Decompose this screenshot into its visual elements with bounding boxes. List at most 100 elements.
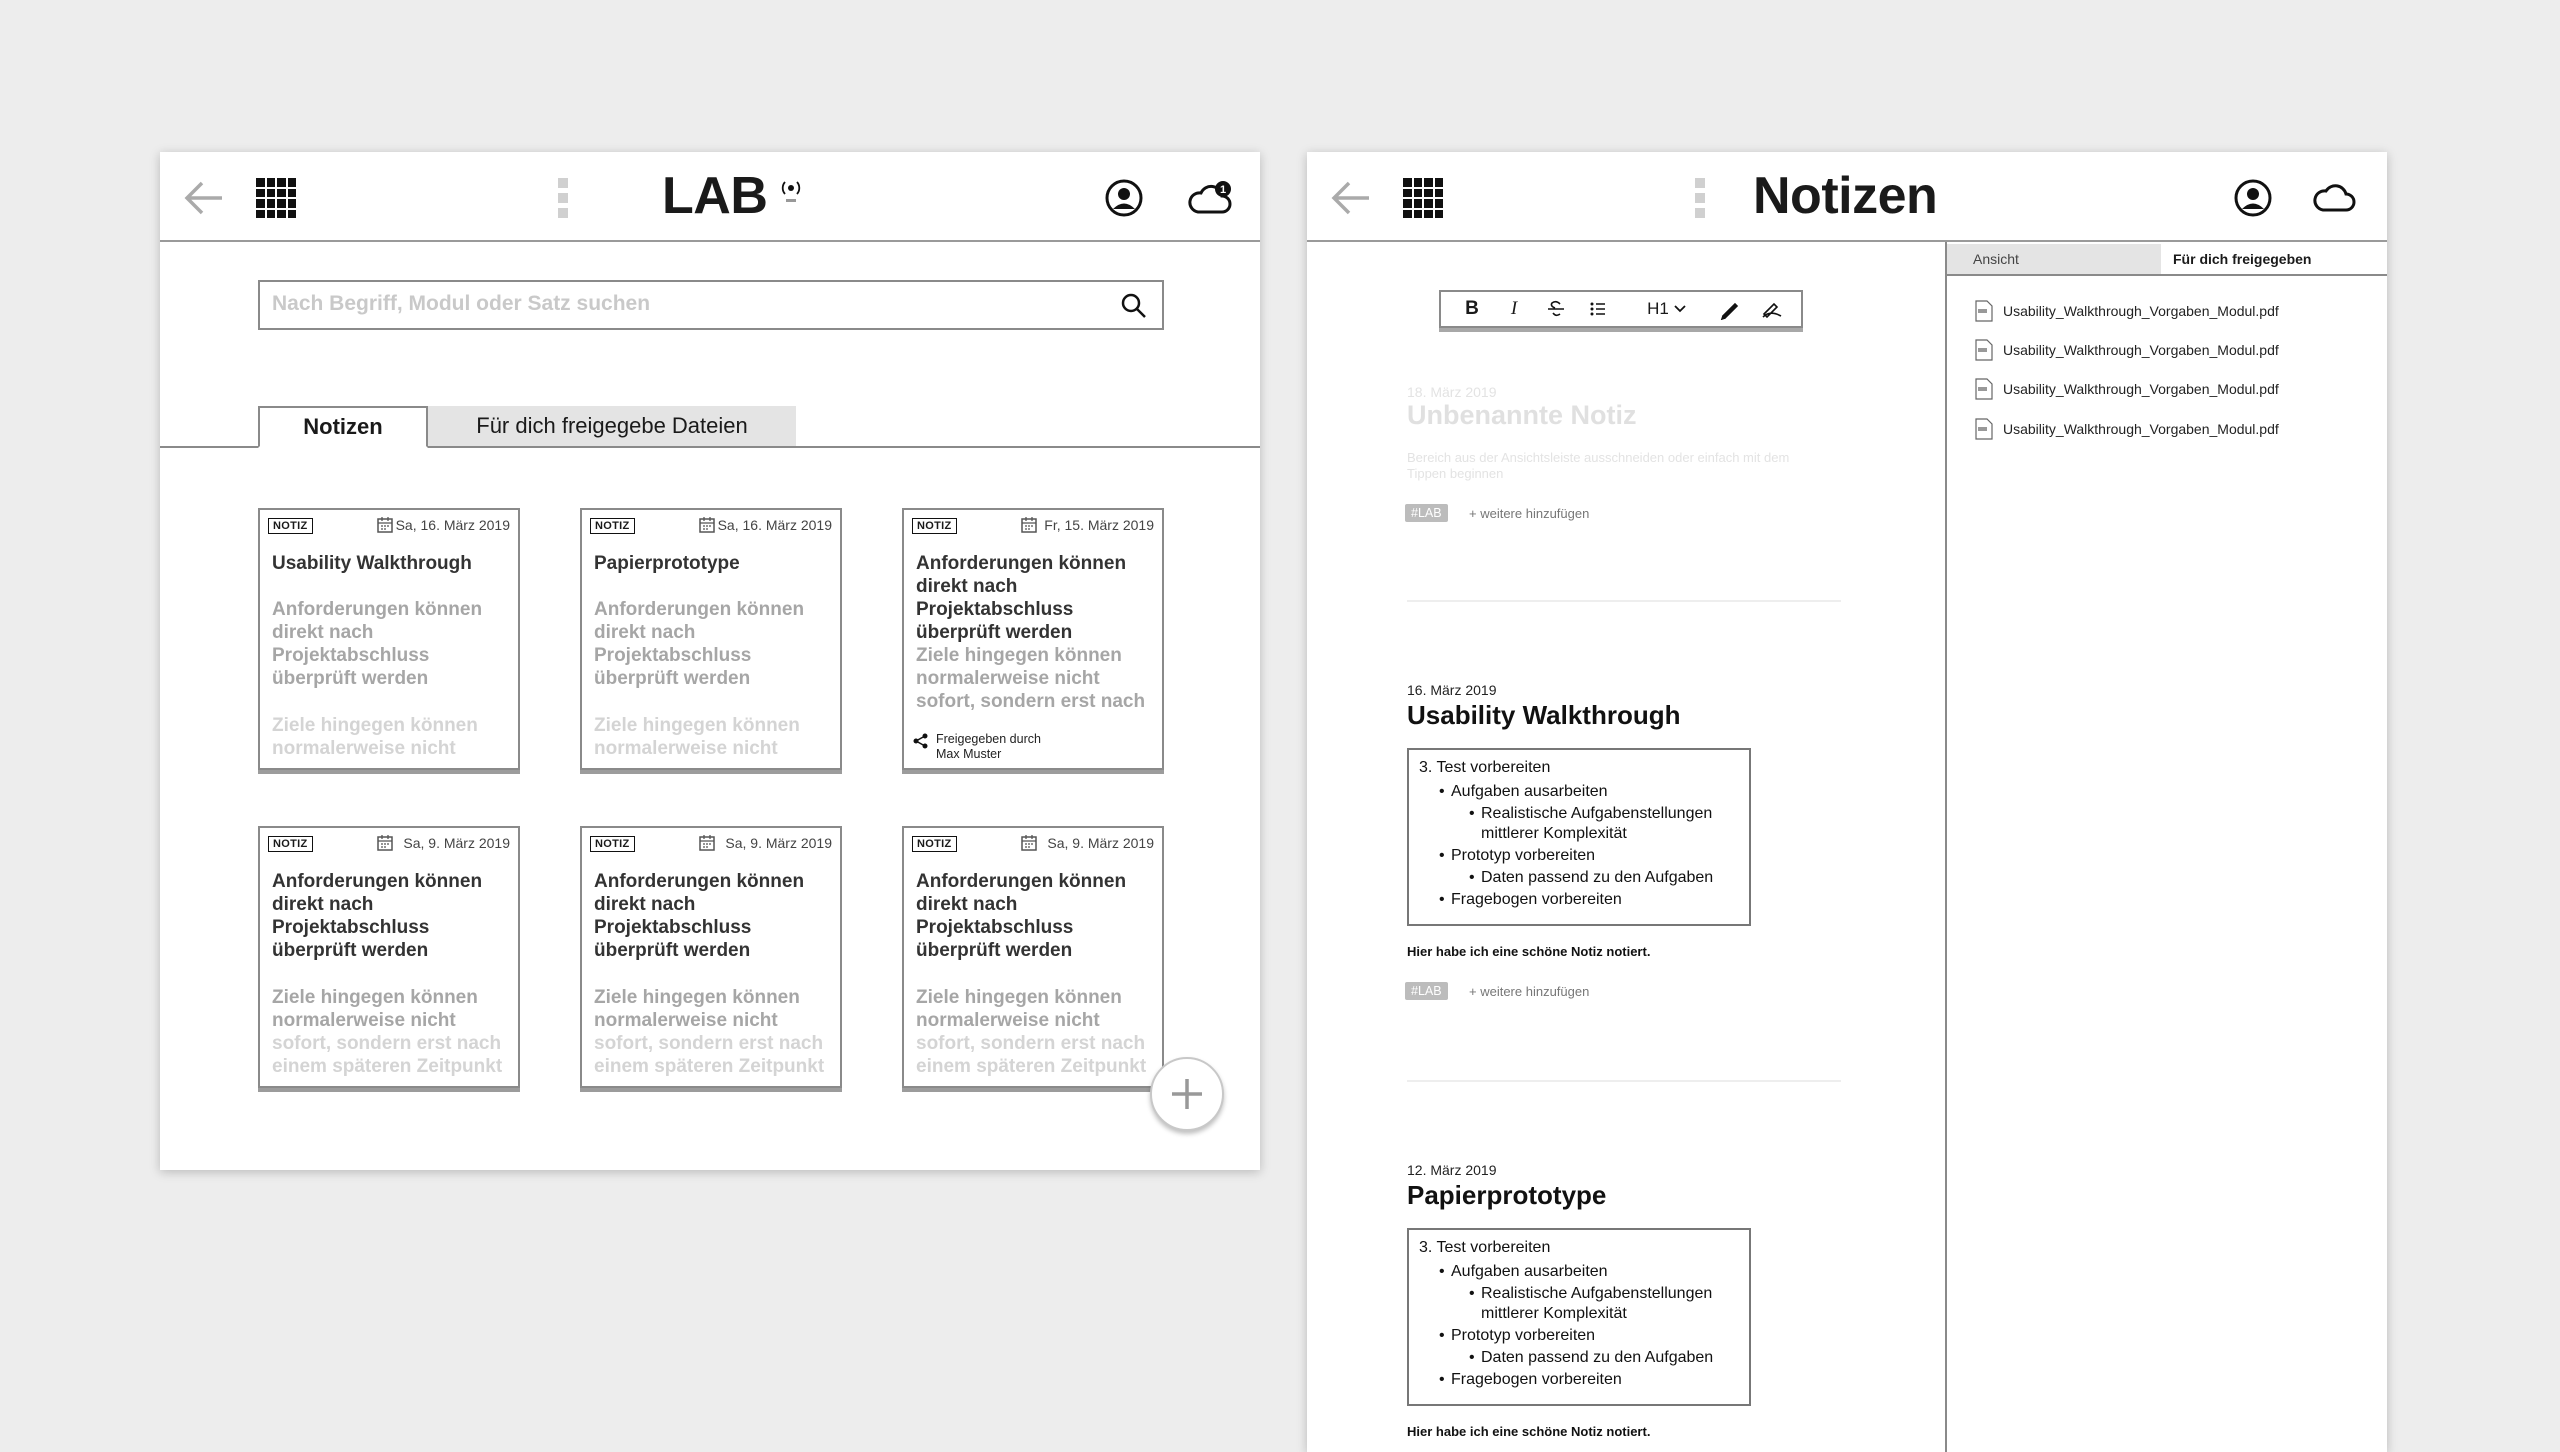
strikethrough-icon <box>1548 300 1564 317</box>
note-badge: NOTIZ <box>268 518 313 534</box>
note-preview-faded: sofort, sondern erst nach einem späteren… <box>272 1033 503 1077</box>
file-item[interactable]: Usability_Walkthrough_Vorgaben_Modul.pdf <box>1975 378 2279 400</box>
calendar-icon <box>377 517 393 533</box>
file-name: Usability_Walkthrough_Vorgaben_Modul.pdf <box>2003 303 2279 319</box>
lab-window: LAB 1 Notizen Für dich freigegebe Dateie… <box>160 152 1260 1170</box>
file-name: Usability_Walkthrough_Vorgaben_Modul.pdf <box>2003 381 2279 397</box>
file-item[interactable]: Usability_Walkthrough_Vorgaben_Modul.pdf <box>1975 300 2279 322</box>
clear-format-button[interactable] <box>1751 294 1793 324</box>
list-item: Aufgaben ausarbeiten <box>1419 780 1739 804</box>
list-item: Fragebogen vorbereiten <box>1419 888 1739 912</box>
clear-format-icon <box>1762 302 1782 319</box>
note-card[interactable]: NOTIZ Fr, 15. März 2019 Anforderungen kö… <box>902 508 1164 770</box>
note-badge: NOTIZ <box>590 836 635 852</box>
note-badge: NOTIZ <box>268 836 313 852</box>
note-title: Anforderungen können direkt nach Projekt… <box>916 871 1127 961</box>
note-heading: 3. Test vorbereiten <box>1419 1239 1551 1256</box>
note-date: Sa, 9. März 2019 <box>1047 835 1154 851</box>
top-bar: LAB 1 <box>160 152 1260 242</box>
note-content[interactable]: 3. Test vorbereiten Aufgaben ausarbeiten… <box>1407 748 1751 926</box>
chevron-down-icon <box>1674 305 1686 313</box>
note-badge: NOTIZ <box>590 518 635 534</box>
divider <box>1407 600 1841 602</box>
tag-badge[interactable]: #LAB <box>1405 982 1448 1000</box>
search-input[interactable] <box>272 292 1092 316</box>
note-preview: Ziele hingegen können normalerweise nich… <box>594 987 800 1031</box>
tab-ansicht[interactable]: Ansicht <box>1947 244 2161 276</box>
note-preview-faded: sofort, sondern erst nach einem späteren… <box>594 1033 825 1077</box>
note-preview-faded: sofort, sondern erst nach einem späteren… <box>916 1033 1147 1077</box>
add-tag-link[interactable]: + weitere hinzufügen <box>1469 984 1589 999</box>
note-date: Sa, 16. März 2019 <box>395 517 510 533</box>
top-bar: Notizen <box>1307 152 2387 242</box>
user-icon[interactable] <box>1104 178 1144 218</box>
note-card[interactable]: NOTIZ Sa, 9. März 2019 Anforderungen kön… <box>902 826 1164 1088</box>
note-preview-faded: Ziele hingegen können normalerweise nich… <box>272 715 478 759</box>
file-name: Usability_Walkthrough_Vorgaben_Modul.pdf <box>2003 342 2279 358</box>
kebab-icon[interactable] <box>1695 178 1705 218</box>
tab-shared-files[interactable]: Für dich freigegebe Dateien <box>428 406 796 446</box>
kebab-icon[interactable] <box>558 178 568 218</box>
draft-title[interactable]: Unbenannte Notiz <box>1407 400 1637 431</box>
note-card[interactable]: NOTIZ Sa, 16. März 2019 Papierprototype … <box>580 508 842 770</box>
live-icon <box>781 181 801 202</box>
calendar-icon <box>1021 517 1037 533</box>
note-card[interactable]: NOTIZ Sa, 9. März 2019 Anforderungen kön… <box>580 826 842 1088</box>
note-badge: NOTIZ <box>912 836 957 852</box>
plus-icon <box>1172 1079 1202 1109</box>
app-grid-icon[interactable] <box>256 178 296 218</box>
list-item: Daten passend zu den Aufgaben <box>1419 1348 1739 1368</box>
file-name: Usability_Walkthrough_Vorgaben_Modul.pdf <box>2003 421 2279 437</box>
heading-dropdown[interactable]: H1 <box>1635 294 1699 324</box>
search-icon[interactable] <box>1120 292 1148 320</box>
add-tag-link[interactable]: + weitere hinzufügen <box>1469 506 1589 521</box>
note-card[interactable]: NOTIZ Sa, 9. März 2019 Anforderungen kön… <box>258 826 520 1088</box>
svg-text:1: 1 <box>1220 184 1226 196</box>
share-icon <box>913 733 928 749</box>
note-title: Papierprototype <box>594 553 740 574</box>
app-title: LAB <box>662 167 768 225</box>
note-title: Anforderungen können direkt nach Projekt… <box>916 553 1127 643</box>
heading-label: H1 <box>1647 299 1669 318</box>
note-date: Sa, 9. März 2019 <box>403 835 510 851</box>
list-item: Realistische Aufgabenstellungen mittlere… <box>1419 1284 1739 1324</box>
note-title: Anforderungen können direkt nach Projekt… <box>594 871 805 961</box>
shared-by: Max Muster <box>936 747 1002 761</box>
list-button[interactable] <box>1577 294 1619 324</box>
note-content[interactable]: 3. Test vorbereiten Aufgaben ausarbeiten… <box>1407 1228 1751 1406</box>
app-grid-icon[interactable] <box>1403 178 1443 218</box>
strikethrough-button[interactable] <box>1535 294 1577 324</box>
back-arrow-icon[interactable] <box>1329 178 1371 218</box>
draft-hint: Bereich aus der Ansichtsleiste ausschnei… <box>1407 450 1790 481</box>
calendar-icon <box>699 835 715 851</box>
list-icon <box>1590 302 1605 316</box>
shared-label: Freigegeben durch <box>936 732 1041 746</box>
note-date: Fr, 15. März 2019 <box>1044 517 1154 533</box>
tag-badge[interactable]: #LAB <box>1405 504 1448 522</box>
file-item[interactable]: Usability_Walkthrough_Vorgaben_Modul.pdf <box>1975 339 2279 361</box>
bold-button[interactable]: B <box>1451 294 1493 324</box>
user-icon[interactable] <box>2233 178 2273 218</box>
draft-date: 18. März 2019 <box>1407 384 1497 400</box>
note-title: Usability Walkthrough <box>272 553 472 574</box>
pdf-file-icon <box>1975 378 1993 400</box>
note-badge: NOTIZ <box>912 518 957 534</box>
note-date: Sa, 16. März 2019 <box>717 517 832 533</box>
list-item: Prototyp vorbereiten <box>1419 1324 1739 1348</box>
note-card[interactable]: NOTIZ Sa, 16. März 2019 Usability Walkth… <box>258 508 520 770</box>
back-arrow-icon[interactable] <box>182 178 224 218</box>
tab-notizen[interactable]: Notizen <box>258 406 428 448</box>
note-title: Papierprototype <box>1407 1180 1607 1210</box>
calendar-icon <box>699 517 715 533</box>
note-heading: 3. Test vorbereiten <box>1419 759 1551 776</box>
pdf-file-icon <box>1975 339 1993 361</box>
cloud-icon[interactable] <box>2313 178 2357 218</box>
italic-button[interactable]: I <box>1493 294 1535 324</box>
add-note-button[interactable] <box>1150 1057 1224 1131</box>
marker-button[interactable] <box>1709 294 1751 324</box>
tab-shared[interactable]: Für dich freigegeben <box>2161 244 2387 276</box>
note-preview: Anforderungen können direkt nach Projekt… <box>272 599 483 689</box>
note-text: Hier habe ich eine schöne Notiz notiert. <box>1407 1424 1651 1439</box>
file-item[interactable]: Usability_Walkthrough_Vorgaben_Modul.pdf <box>1975 418 2279 440</box>
cloud-notification-icon[interactable]: 1 <box>1188 178 1234 218</box>
